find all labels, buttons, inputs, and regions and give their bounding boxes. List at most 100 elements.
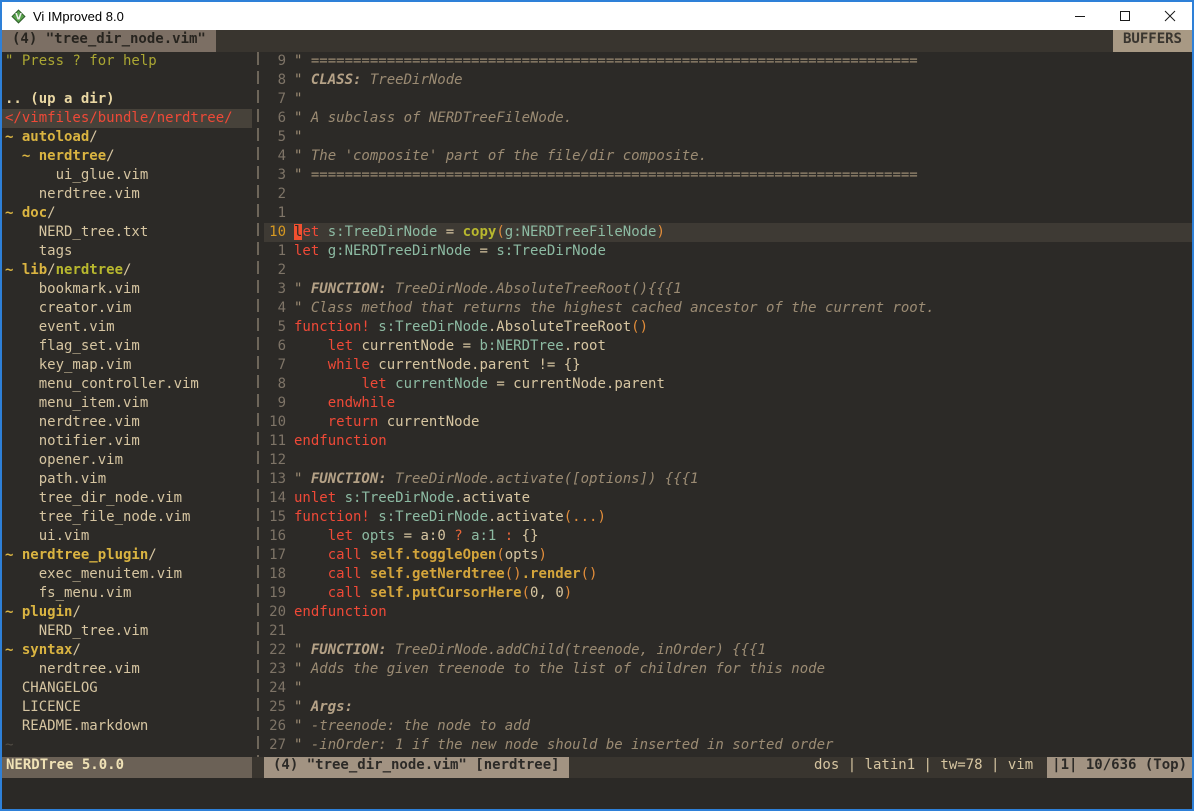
tree-row[interactable]: bookmark.vim — [5, 280, 252, 299]
code-line[interactable]: 24" — [264, 679, 1192, 698]
code-line[interactable]: 3" =====================================… — [264, 166, 1192, 185]
tree-row[interactable]: README.markdown — [5, 717, 252, 736]
tree-root-row[interactable]: </vimfiles/bundle/nerdtree/ — [2, 109, 252, 128]
vim-window: V Vi IMproved 8.0 (4) "tree_dir_node.vim… — [0, 0, 1194, 811]
close-button[interactable] — [1147, 2, 1192, 30]
code-line[interactable]: 25" Args: — [264, 698, 1192, 717]
token — [294, 585, 328, 601]
tree-row[interactable]: NERD_tree.vim — [5, 622, 252, 641]
token: menu_item.vim — [5, 395, 148, 411]
code-line[interactable]: 9 endwhile — [264, 394, 1192, 413]
code-line[interactable]: 8" CLASS: TreeDirNode — [264, 71, 1192, 90]
line-number: 10 — [264, 413, 294, 432]
window-separator[interactable] — [252, 52, 264, 757]
tree-row[interactable]: NERD_tree.txt — [5, 223, 252, 242]
code-line[interactable]: 22" FUNCTION: TreeDirNode.addChild(treen… — [264, 641, 1192, 660]
tree-row[interactable]: .. (up a dir) — [5, 90, 252, 109]
tree-row[interactable]: LICENCE — [5, 698, 252, 717]
line-number: 18 — [264, 565, 294, 584]
statusline: NERDTree 5.0.0 (4) "tree_dir_node.vim" [… — [2, 757, 1192, 778]
code-line[interactable]: 11endfunction — [264, 432, 1192, 451]
minimize-button[interactable] — [1057, 2, 1102, 30]
tree-row[interactable]: creator.vim — [5, 299, 252, 318]
line-number: 4 — [264, 147, 294, 166]
line-number: 26 — [264, 717, 294, 736]
code-line[interactable]: 26" -treenode: the node to add — [264, 717, 1192, 736]
maximize-button[interactable] — [1102, 2, 1147, 30]
tab-current-buffer[interactable]: (4) "tree_dir_node.vim" — [2, 30, 216, 52]
tree-row[interactable]: ~ — [5, 736, 252, 755]
code-line[interactable]: 15function! s:TreeDirNode.activate(...) — [264, 508, 1192, 527]
code-line[interactable]: 7" — [264, 90, 1192, 109]
tree-row[interactable]: ~ nerdtree/ — [5, 147, 252, 166]
code-line[interactable]: 27" -inOrder: 1 if the new node should b… — [264, 736, 1192, 755]
tree-row[interactable]: path.vim — [5, 470, 252, 489]
code-line-current[interactable]: 10let s:TreeDirNode = copy(g:NERDTreeFil… — [264, 223, 1192, 242]
tree-row[interactable]: ~ plugin/ — [5, 603, 252, 622]
tree-row[interactable]: CHANGELOG — [5, 679, 252, 698]
tree-row[interactable]: tags — [5, 242, 252, 261]
tree-row[interactable]: nerdtree.vim — [5, 660, 252, 679]
tree-row[interactable]: ~ syntax/ — [5, 641, 252, 660]
code-line[interactable]: 13" FUNCTION: TreeDirNode.activate([opti… — [264, 470, 1192, 489]
code-line[interactable]: 4" Class method that returns the highest… — [264, 299, 1192, 318]
tree-row[interactable]: ui.vim — [5, 527, 252, 546]
code-line[interactable]: 6 let currentNode = b:NERDTree.root — [264, 337, 1192, 356]
tree-row[interactable]: tree_file_node.vim — [5, 508, 252, 527]
tree-row[interactable]: exec_menuitem.vim — [5, 565, 252, 584]
token: opener.vim — [5, 452, 123, 468]
tree-row[interactable]: menu_controller.vim — [5, 375, 252, 394]
code-line[interactable]: 10 return currentNode — [264, 413, 1192, 432]
tree-row[interactable] — [5, 71, 252, 90]
code-line[interactable]: 20endfunction — [264, 603, 1192, 622]
tree-row[interactable]: key_map.vim — [5, 356, 252, 375]
code-line[interactable]: 9" =====================================… — [264, 52, 1192, 71]
token: self.putCursorHere — [370, 585, 522, 601]
code-line[interactable]: 5function! s:TreeDirNode.AbsoluteTreeRoo… — [264, 318, 1192, 337]
code-line[interactable]: 18 call self.getNerdtree().render() — [264, 565, 1192, 584]
token: CHANGELOG — [5, 680, 98, 696]
token: = — [471, 243, 496, 259]
tree-row[interactable]: nerdtree.vim — [5, 185, 252, 204]
code-text: let g:NERDTreeDirNode = s:TreeDirNode — [294, 242, 606, 261]
code-line[interactable]: 3" FUNCTION: TreeDirNode.AbsoluteTreeRoo… — [264, 280, 1192, 299]
code-line[interactable]: 7 while currentNode.parent != {} — [264, 356, 1192, 375]
code-text: call self.getNerdtree().render() — [294, 565, 597, 584]
tree-row[interactable]: " Press ? for help — [5, 52, 252, 71]
tree-row[interactable]: tree_dir_node.vim — [5, 489, 252, 508]
code-line[interactable]: 2 — [264, 185, 1192, 204]
tree-row[interactable]: flag_set.vim — [5, 337, 252, 356]
tree-row[interactable]: event.vim — [5, 318, 252, 337]
tree-row[interactable]: nerdtree.vim — [5, 413, 252, 432]
tree-row[interactable]: fs_menu.vim — [5, 584, 252, 603]
tree-row[interactable]: ~ autoload/ — [5, 128, 252, 147]
token: ui.vim — [5, 528, 89, 544]
tree-row[interactable]: opener.vim — [5, 451, 252, 470]
code-line[interactable]: 6" A subclass of NERDTreeFileNode. — [264, 109, 1192, 128]
code-line[interactable]: 8 let currentNode = currentNode.parent — [264, 375, 1192, 394]
token — [361, 585, 369, 601]
code-line[interactable]: 17 call self.toggleOpen(opts) — [264, 546, 1192, 565]
code-line[interactable]: 21 — [264, 622, 1192, 641]
tree-row[interactable]: ~ nerdtree_plugin/ — [5, 546, 252, 565]
code-line[interactable]: 1let g:NERDTreeDirNode = s:TreeDirNode — [264, 242, 1192, 261]
tree-row[interactable]: ~ lib/nerdtree/ — [5, 261, 252, 280]
tree-row[interactable]: ~ doc/ — [5, 204, 252, 223]
tree-row[interactable]: ui_glue.vim — [5, 166, 252, 185]
titlebar: V Vi IMproved 8.0 — [2, 2, 1192, 30]
code-line[interactable]: 16 let opts = a:0 ? a:1 : {} — [264, 527, 1192, 546]
token: creator.vim — [5, 300, 131, 316]
command-line[interactable] — [2, 778, 1192, 809]
code-line[interactable]: 5" — [264, 128, 1192, 147]
buffers-label[interactable]: BUFFERS — [1113, 30, 1192, 52]
token: " Press ? for help — [5, 53, 157, 69]
code-line[interactable]: 4" The 'composite' part of the file/dir … — [264, 147, 1192, 166]
code-line[interactable]: 2 — [264, 261, 1192, 280]
tree-row[interactable]: menu_item.vim — [5, 394, 252, 413]
code-line[interactable]: 19 call self.putCursorHere(0, 0) — [264, 584, 1192, 603]
tree-row[interactable]: notifier.vim — [5, 432, 252, 451]
code-line[interactable]: 23" Adds the given treenode to the list … — [264, 660, 1192, 679]
code-line[interactable]: 1 — [264, 204, 1192, 223]
code-line[interactable]: 12 — [264, 451, 1192, 470]
code-line[interactable]: 14unlet s:TreeDirNode.activate — [264, 489, 1192, 508]
